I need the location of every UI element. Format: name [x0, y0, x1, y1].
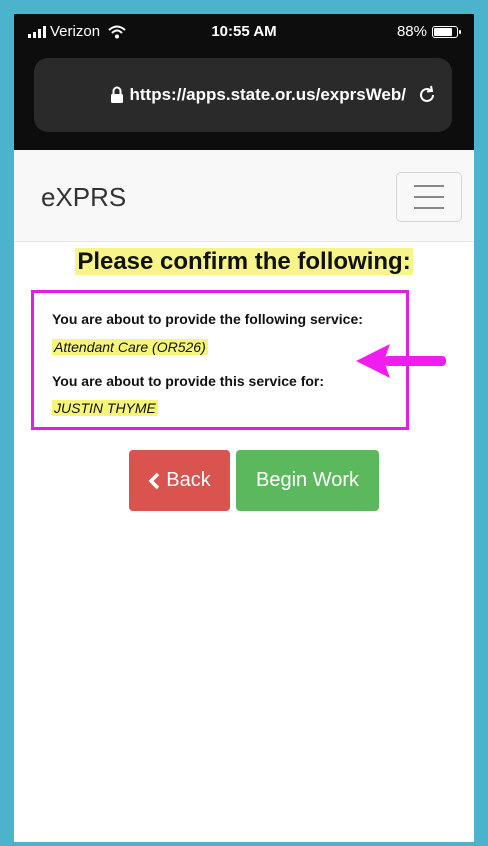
url-text: https://apps.state.or.us/exprsWeb/	[129, 85, 406, 104]
client-label: You are about to provide this service fo…	[52, 373, 325, 389]
screenshot-frame: Verizon 10:55 AM 88% https://apps.state.…	[0, 0, 488, 846]
hamburger-menu-icon	[414, 185, 444, 187]
chevron-left-icon	[148, 472, 160, 489]
back-button[interactable]: Back	[129, 450, 230, 511]
hamburger-menu-button[interactable]	[396, 172, 462, 222]
url-display[interactable]: https://apps.state.or.us/exprsWeb/	[34, 58, 406, 132]
begin-work-button[interactable]: Begin Work	[236, 450, 379, 511]
phone-screen: Verizon 10:55 AM 88% https://apps.state.…	[14, 14, 474, 842]
url-bar[interactable]: https://apps.state.or.us/exprsWeb/	[34, 58, 452, 132]
status-bar: Verizon 10:55 AM 88%	[14, 14, 474, 50]
battery-icon	[432, 25, 461, 38]
service-label: You are about to provide the following s…	[52, 311, 363, 327]
browser-chrome: Verizon 10:55 AM 88% https://apps.state.…	[14, 14, 474, 150]
hamburger-line	[414, 207, 444, 209]
status-right: 88%	[396, 23, 461, 40]
reload-icon[interactable]	[416, 84, 438, 106]
page-heading: Please confirm the following:	[14, 248, 474, 276]
service-value: Attendant Care (OR526)	[52, 339, 208, 355]
navbar: eXPRS	[14, 150, 474, 242]
lock-icon	[110, 86, 123, 103]
confirm-details-box: You are about to provide the following s…	[31, 290, 409, 430]
begin-work-button-label: Begin Work	[255, 469, 359, 491]
heading-text: Please confirm the following:	[75, 248, 413, 275]
back-button-label: Back	[166, 469, 211, 491]
battery-percent: 88%	[396, 23, 427, 40]
client-value: JUSTIN THYME	[52, 400, 158, 416]
hamburger-line	[414, 196, 444, 198]
brand-logo[interactable]: eXPRS	[41, 182, 126, 213]
battery-fill	[434, 27, 453, 36]
arrow-left-icon	[356, 344, 446, 378]
